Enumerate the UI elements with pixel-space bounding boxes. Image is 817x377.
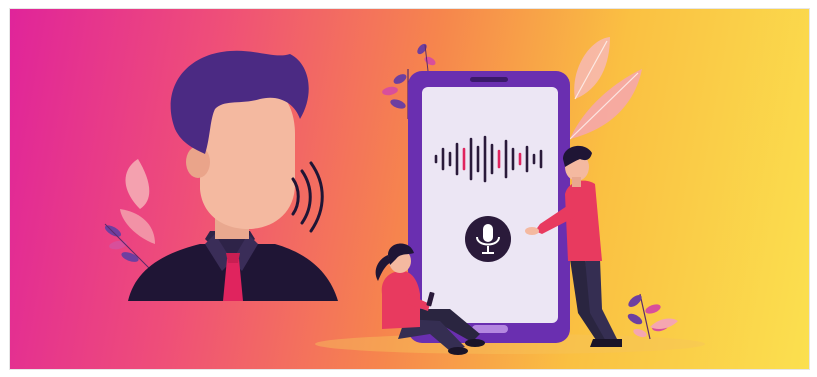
image-frame <box>0 0 817 377</box>
smartphone <box>408 71 570 343</box>
leaves-bottom-right <box>627 293 678 340</box>
leaves-top-right <box>569 37 642 140</box>
voice-assistant-illustration <box>9 8 810 370</box>
speaking-man-figure <box>104 50 338 301</box>
microphone-icon <box>465 216 511 262</box>
voice-waves-icon <box>291 161 324 233</box>
illustration-canvas <box>104 37 705 355</box>
